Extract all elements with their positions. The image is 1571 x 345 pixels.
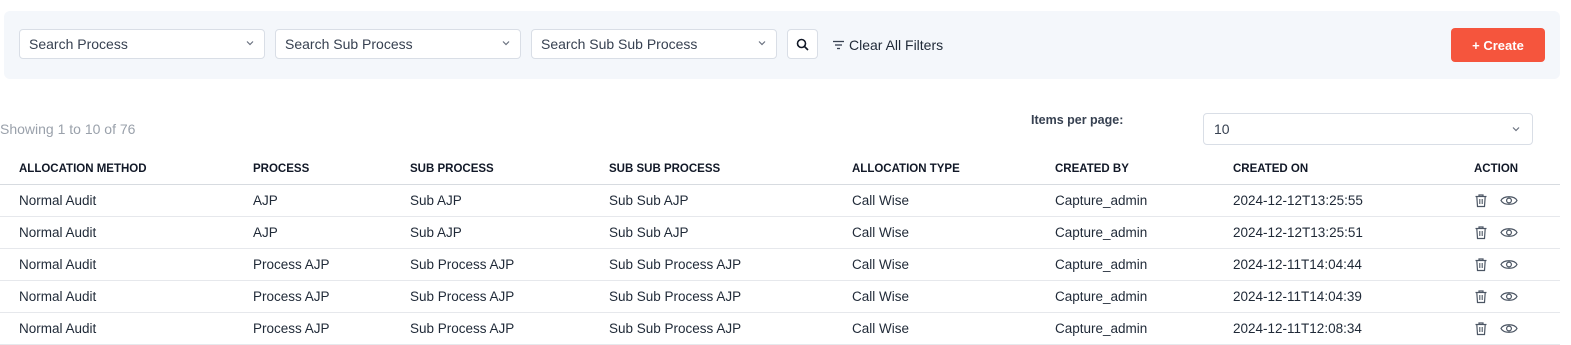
cell-allocation-method: Normal Audit: [0, 312, 234, 345]
table-row: Normal Audit Process AJP Sub Process AJP Su…: [0, 312, 1560, 345]
cell-sub-sub-process: Sub Sub Process AJP: [590, 312, 833, 345]
table-row: Normal Audit Process AJP Sub Process AJP Su…: [0, 280, 1560, 313]
filter-icon: [833, 40, 844, 50]
cell-sub-process: Sub AJP: [391, 184, 590, 217]
column-header-created-by: CREATED BY: [1036, 153, 1214, 185]
cell-allocation-method: Normal Audit: [0, 216, 234, 249]
table-row: Normal Audit Process AJP Sub Process AJP Su…: [0, 248, 1560, 281]
trash-icon[interactable]: [1474, 289, 1488, 304]
table-row: Normal Audit AJP Sub AJP Sub Sub AJP Call Wi…: [0, 184, 1560, 217]
search-button[interactable]: [787, 29, 818, 59]
column-header-created-on: CREATED ON: [1214, 153, 1455, 185]
row-actions: [1474, 257, 1560, 272]
cell-allocation-type: Call Wise: [833, 184, 1036, 217]
sub-sub-process-search-select[interactable]: Search Sub Sub Process: [531, 29, 777, 59]
clear-all-filters-button[interactable]: Clear All Filters: [832, 36, 943, 54]
cell-created-by: Capture_admin: [1036, 280, 1214, 313]
cell-action: [1455, 216, 1560, 249]
sub-process-search-placeholder: Search Sub Process: [285, 36, 413, 52]
cell-created-by: Capture_admin: [1036, 248, 1214, 281]
cell-created-by: Capture_admin: [1036, 312, 1214, 345]
column-header-sub-process: SUB PROCESS: [391, 153, 590, 185]
table-header-row: ALLOCATION METHOD PROCESS SUB PROCESS SU…: [0, 153, 1560, 185]
cell-allocation-method: Normal Audit: [0, 248, 234, 281]
cell-sub-sub-process: Sub Sub Process AJP: [590, 280, 833, 313]
cell-process: Process AJP: [234, 248, 391, 281]
column-header-allocation-method: ALLOCATION METHOD: [0, 153, 234, 185]
allocation-table: ALLOCATION METHOD PROCESS SUB PROCESS SU…: [0, 153, 1560, 345]
cell-action: [1455, 280, 1560, 313]
cell-created-on: 2024-12-12T13:25:51: [1214, 216, 1455, 249]
items-per-page-select[interactable]: 10: [1203, 113, 1533, 145]
chevron-down-icon: [758, 41, 766, 46]
cell-created-on: 2024-12-11T14:04:39: [1214, 280, 1455, 313]
cell-process: AJP: [234, 216, 391, 249]
row-actions: [1474, 225, 1560, 240]
column-header-allocation-type: ALLOCATION TYPE: [833, 153, 1036, 185]
cell-action: [1455, 184, 1560, 217]
cell-action: [1455, 248, 1560, 281]
row-actions: [1474, 193, 1560, 208]
cell-sub-process: Sub Process AJP: [391, 248, 590, 281]
trash-icon[interactable]: [1474, 193, 1488, 208]
cell-sub-sub-process: Sub Sub Process AJP: [590, 248, 833, 281]
column-header-process: PROCESS: [234, 153, 391, 185]
trash-icon[interactable]: [1474, 225, 1488, 240]
cell-created-by: Capture_admin: [1036, 216, 1214, 249]
cell-sub-sub-process: Sub Sub AJP: [590, 216, 833, 249]
cell-created-on: 2024-12-12T13:25:55: [1214, 184, 1455, 217]
eye-icon[interactable]: [1500, 258, 1518, 271]
chevron-down-icon: [246, 41, 254, 46]
items-per-page-value: 10: [1214, 121, 1230, 137]
cell-created-by: Capture_admin: [1036, 184, 1214, 217]
column-header-action: ACTION: [1455, 153, 1560, 185]
trash-icon[interactable]: [1474, 257, 1488, 272]
cell-created-on: 2024-12-11T14:04:44: [1214, 248, 1455, 281]
items-per-page-label: Items per page:: [1031, 113, 1124, 127]
column-header-sub-sub-process: SUB SUB PROCESS: [590, 153, 833, 185]
chevron-down-icon: [502, 41, 510, 46]
sub-sub-process-search-placeholder: Search Sub Sub Process: [541, 36, 698, 52]
pagination-summary: Showing 1 to 10 of 76: [0, 121, 136, 137]
cell-sub-sub-process: Sub Sub AJP: [590, 184, 833, 217]
cell-allocation-type: Call Wise: [833, 312, 1036, 345]
cell-allocation-type: Call Wise: [833, 216, 1036, 249]
cell-allocation-type: Call Wise: [833, 280, 1036, 313]
cell-sub-process: Sub AJP: [391, 216, 590, 249]
clear-all-filters-label: Clear All Filters: [849, 37, 944, 53]
cell-action: [1455, 312, 1560, 345]
eye-icon[interactable]: [1500, 194, 1518, 207]
row-actions: [1474, 321, 1560, 336]
cell-process: Process AJP: [234, 280, 391, 313]
cell-allocation-type: Call Wise: [833, 248, 1036, 281]
search-icon: [796, 38, 809, 51]
cell-sub-process: Sub Process AJP: [391, 312, 590, 345]
filter-bar: Search Process Search Sub Process Search…: [4, 11, 1560, 79]
cell-allocation-method: Normal Audit: [0, 184, 234, 217]
process-search-placeholder: Search Process: [29, 36, 128, 52]
process-search-select[interactable]: Search Process: [19, 29, 265, 59]
trash-icon[interactable]: [1474, 321, 1488, 336]
eye-icon[interactable]: [1500, 290, 1518, 303]
cell-process: AJP: [234, 184, 391, 217]
create-button[interactable]: + Create: [1451, 28, 1545, 62]
sub-process-search-select[interactable]: Search Sub Process: [275, 29, 521, 59]
table-row: Normal Audit AJP Sub AJP Sub Sub AJP Call Wi…: [0, 216, 1560, 249]
cell-allocation-method: Normal Audit: [0, 280, 234, 313]
cell-created-on: 2024-12-11T12:08:34: [1214, 312, 1455, 345]
row-actions: [1474, 289, 1560, 304]
cell-process: Process AJP: [234, 312, 391, 345]
eye-icon[interactable]: [1500, 226, 1518, 239]
cell-sub-process: Sub Process AJP: [391, 280, 590, 313]
eye-icon[interactable]: [1500, 322, 1518, 335]
chevron-down-icon: [1512, 127, 1520, 132]
